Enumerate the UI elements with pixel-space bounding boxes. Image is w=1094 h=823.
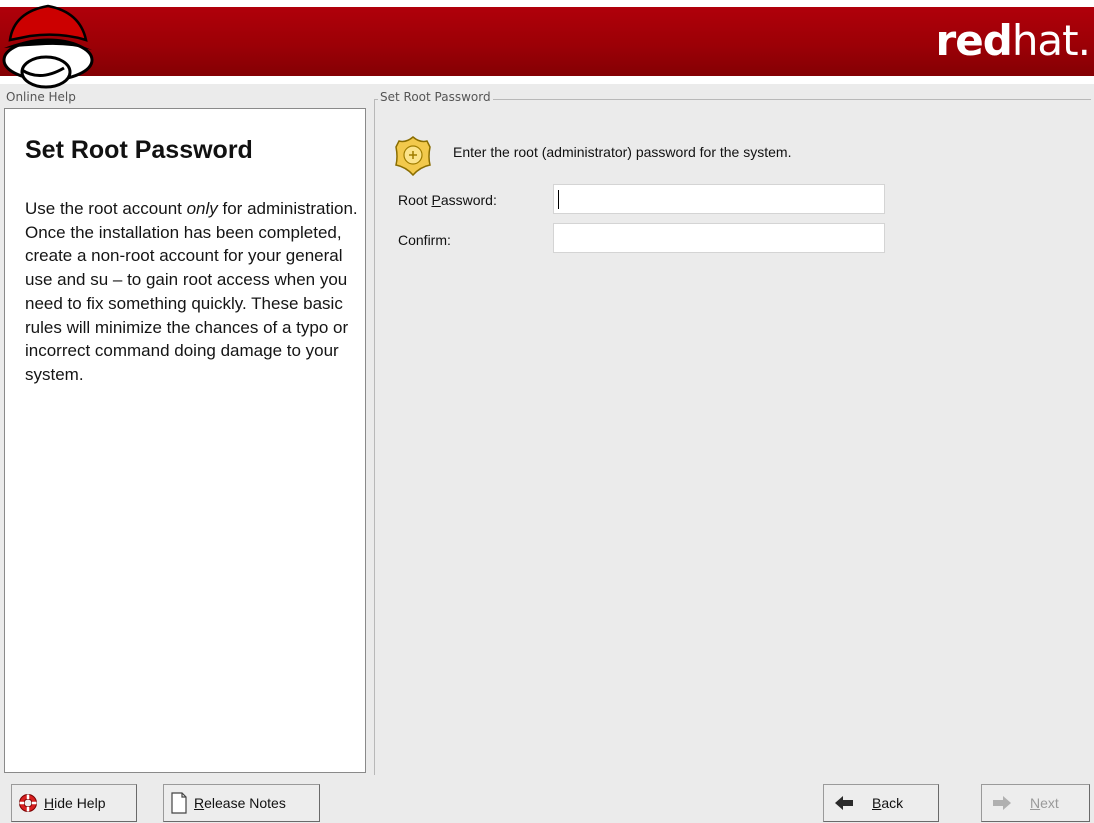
text-caret xyxy=(558,190,559,209)
intro-text: Enter the root (administrator) password … xyxy=(453,144,792,160)
hide-help-button[interactable]: Hide Help xyxy=(11,784,137,822)
release-notes-label: Release Notes xyxy=(194,795,286,811)
arrow-left-icon xyxy=(835,796,853,810)
back-label: Back xyxy=(872,795,904,811)
help-body-text: Use the root account only for administra… xyxy=(25,199,358,384)
online-help-frame-label: Online Help xyxy=(4,90,78,104)
help-title: Set Root Password xyxy=(25,136,253,164)
lifebuoy-icon xyxy=(19,794,37,812)
confirm-password-input[interactable] xyxy=(553,223,885,253)
release-notes-button[interactable]: Release Notes xyxy=(163,784,320,822)
confirm-label: Confirm: xyxy=(398,232,451,248)
arrow-right-icon xyxy=(993,796,1011,810)
root-password-input[interactable] xyxy=(553,184,885,214)
online-help-panel: Set Root Password Use the root account o… xyxy=(4,108,366,773)
next-label: Next xyxy=(1030,795,1059,811)
set-root-password-frame-label: Set Root Password xyxy=(378,90,493,104)
redhat-wordmark: redhat. xyxy=(935,16,1091,65)
next-button[interactable]: Next xyxy=(981,784,1090,822)
back-button[interactable]: Back xyxy=(823,784,939,822)
banner-band xyxy=(0,7,1094,76)
document-icon xyxy=(171,792,187,814)
shadowman-logo-icon xyxy=(2,4,94,89)
security-badge-icon xyxy=(395,136,431,177)
root-password-label: Root Password: xyxy=(398,192,497,208)
hide-help-label: Hide Help xyxy=(44,795,106,811)
header-banner: redhat. xyxy=(0,0,1094,89)
